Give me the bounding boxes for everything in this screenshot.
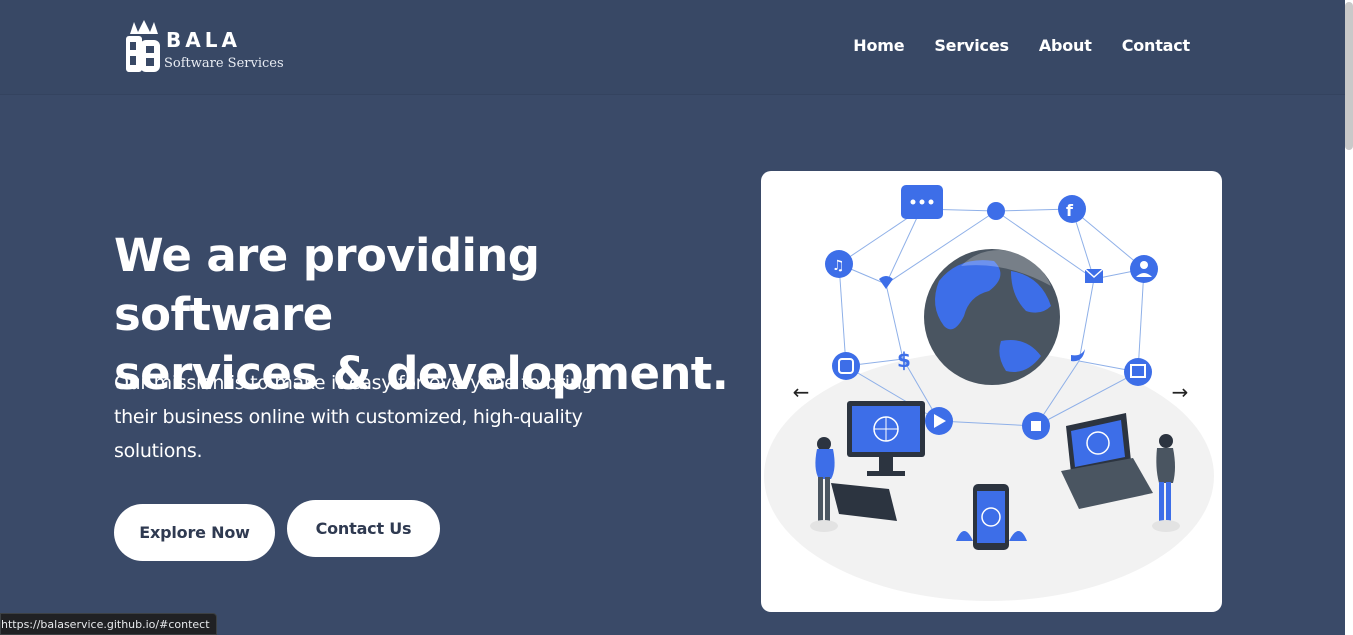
crown-bb-logo-icon [126,20,160,72]
scrollbar[interactable] [1345,0,1353,635]
brand-subtitle: Software Services [164,56,284,71]
svg-text:f: f [1066,201,1074,220]
carousel-next-icon[interactable]: → [1165,377,1195,407]
brand-title: BALA [166,28,241,52]
scrollbar-thumb[interactable] [1345,2,1353,150]
brand-logo[interactable]: BALA Software Services [124,20,314,76]
global-network-illustration: f ♫ $ [764,185,1214,601]
hero-subtitle: Our mission is to make it easy for every… [114,372,594,462]
nav-services-link[interactable]: Services [934,36,1009,55]
svg-text:♫: ♫ [832,258,845,274]
explore-now-button[interactable]: Explore Now [114,504,275,561]
nav-home-link[interactable]: Home [853,36,904,55]
hero-title-line1: We are providing software [114,229,540,341]
nav-about-link[interactable]: About [1039,36,1092,55]
hero-illustration-card: f ♫ $ [761,171,1222,612]
status-bar-url: https://balaservice.github.io/#contect [0,613,217,635]
main-nav: Home Services About Contact [853,36,1190,55]
header: BALA Software Services Home Services Abo… [0,0,1345,95]
carousel-prev-icon[interactable]: ← [786,377,816,407]
svg-text:$: $ [897,348,911,372]
contact-us-button[interactable]: Contact Us [287,500,440,557]
nav-contact-link[interactable]: Contact [1122,36,1191,55]
